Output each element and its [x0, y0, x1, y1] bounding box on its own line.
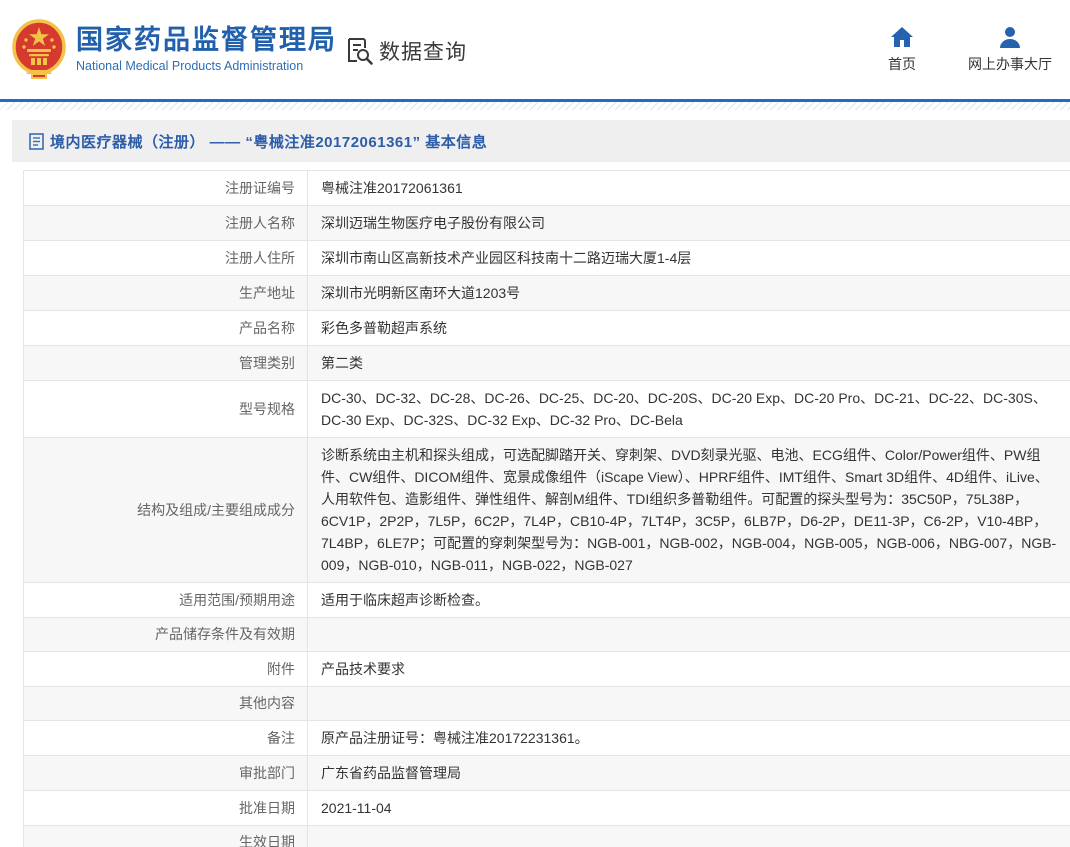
row-label: 生产地址: [24, 276, 308, 310]
user-icon: [1000, 27, 1020, 48]
row-label: 结构及组成/主要组成成分: [24, 438, 308, 582]
table-row: 产品储存条件及有效期: [24, 618, 1070, 652]
table-row: 适用范围/预期用途 适用于临床超声诊断检查。: [24, 583, 1070, 618]
row-value: 适用于临床超声诊断检查。: [321, 592, 489, 608]
row-label: 产品储存条件及有效期: [24, 618, 308, 651]
row-label: 注册证编号: [24, 171, 308, 205]
row-value: 深圳迈瑞生物医疗电子股份有限公司: [321, 215, 545, 231]
nav-home-label: 首页: [888, 56, 916, 72]
row-label: 适用范围/预期用途: [24, 583, 308, 617]
row-value: DC-30、DC-32、DC-28、DC-26、DC-25、DC-20、DC-2…: [321, 390, 1047, 428]
table-row: 生效日期: [24, 826, 1070, 847]
row-label: 附件: [24, 652, 308, 686]
nav-home[interactable]: 首页: [888, 26, 916, 74]
row-label: 备注: [24, 721, 308, 755]
row-value: 彩色多普勒超声系统: [321, 320, 447, 336]
nav-online-hall-label: 网上办事大厅: [968, 56, 1052, 72]
table-row: 管理类别 第二类: [24, 346, 1070, 381]
row-value: [308, 618, 1070, 651]
row-value: 深圳市南山区高新技术产业园区科技南十二路迈瑞大厦1-4层: [321, 250, 692, 266]
table-row: 注册人住所 深圳市南山区高新技术产业园区科技南十二路迈瑞大厦1-4层: [24, 241, 1070, 276]
row-label: 注册人住所: [24, 241, 308, 275]
page-title: 境内医疗器械（注册） —— “粤械注准20172061361” 基本信息: [50, 133, 488, 151]
row-value: 广东省药品监督管理局: [321, 765, 461, 781]
table-row: 注册证编号 粤械注准20172061361: [24, 171, 1070, 206]
org-name-zh: 国家药品监督管理局: [76, 24, 337, 55]
row-value: 诊断系统由主机和探头组成，可选配脚踏开关、穿刺架、DVD刻录光驱、电池、ECG组…: [321, 447, 1057, 573]
registration-info-table: 注册证编号 粤械注准20172061361 注册人名称 深圳迈瑞生物医疗电子股份有限…: [23, 170, 1070, 847]
top-nav: 首页 网上办事大厅: [888, 26, 1052, 74]
breadcrumb: 境内医疗器械（注册） —— “粤械注准20172061361” 基本信息: [12, 120, 1070, 162]
row-label: 生效日期: [24, 826, 308, 847]
table-row: 审批部门 广东省药品监督管理局: [24, 756, 1070, 791]
row-label: 型号规格: [24, 381, 308, 437]
data-query-module: 数据查询: [344, 36, 467, 66]
document-icon: [29, 132, 44, 150]
table-row: 型号规格 DC-30、DC-32、DC-28、DC-26、DC-25、DC-20、…: [24, 381, 1070, 438]
row-label: 其他内容: [24, 687, 308, 720]
row-value: 深圳市光明新区南环大道1203号: [321, 285, 521, 301]
hatch-strip: [0, 102, 1070, 110]
row-label: 产品名称: [24, 311, 308, 345]
page-header: 国家药品监督管理局 National Medical Products Admi…: [0, 0, 1070, 99]
module-title: 数据查询: [379, 41, 467, 64]
row-label: 审批部门: [24, 756, 308, 790]
row-value: 原产品注册证号：粤械注准20172231361。: [321, 730, 589, 746]
nmpa-logo[interactable]: 国家药品监督管理局 National Medical Products Admi…: [12, 18, 337, 80]
table-row: 附件 产品技术要求: [24, 652, 1070, 687]
nav-online-hall[interactable]: 网上办事大厅: [968, 26, 1052, 74]
home-icon: [891, 27, 913, 47]
table-row: 注册人名称 深圳迈瑞生物医疗电子股份有限公司: [24, 206, 1070, 241]
national-emblem-icon: [12, 19, 66, 79]
org-name-en: National Medical Products Administration: [76, 59, 304, 74]
row-value: 粤械注准20172061361: [321, 180, 463, 196]
table-row: 结构及组成/主要组成成分 诊断系统由主机和探头组成，可选配脚踏开关、穿刺架、DVD…: [24, 438, 1070, 583]
table-row: 其他内容: [24, 687, 1070, 721]
table-row: 批准日期 2021-11-04: [24, 791, 1070, 826]
table-row: 备注 原产品注册证号：粤械注准20172231361。: [24, 721, 1070, 756]
org-names: 国家药品监督管理局 National Medical Products Admi…: [76, 25, 337, 73]
row-value: 第二类: [321, 355, 363, 371]
table-row: 生产地址 深圳市光明新区南环大道1203号: [24, 276, 1070, 311]
row-label: 管理类别: [24, 346, 308, 380]
row-label: 批准日期: [24, 791, 308, 825]
row-value: [308, 826, 1070, 847]
row-label: 注册人名称: [24, 206, 308, 240]
row-value: [308, 687, 1070, 720]
row-value: 产品技术要求: [321, 661, 405, 677]
document-search-icon: [348, 38, 373, 65]
table-row: 产品名称 彩色多普勒超声系统: [24, 311, 1070, 346]
row-value: 2021-11-04: [321, 800, 392, 816]
